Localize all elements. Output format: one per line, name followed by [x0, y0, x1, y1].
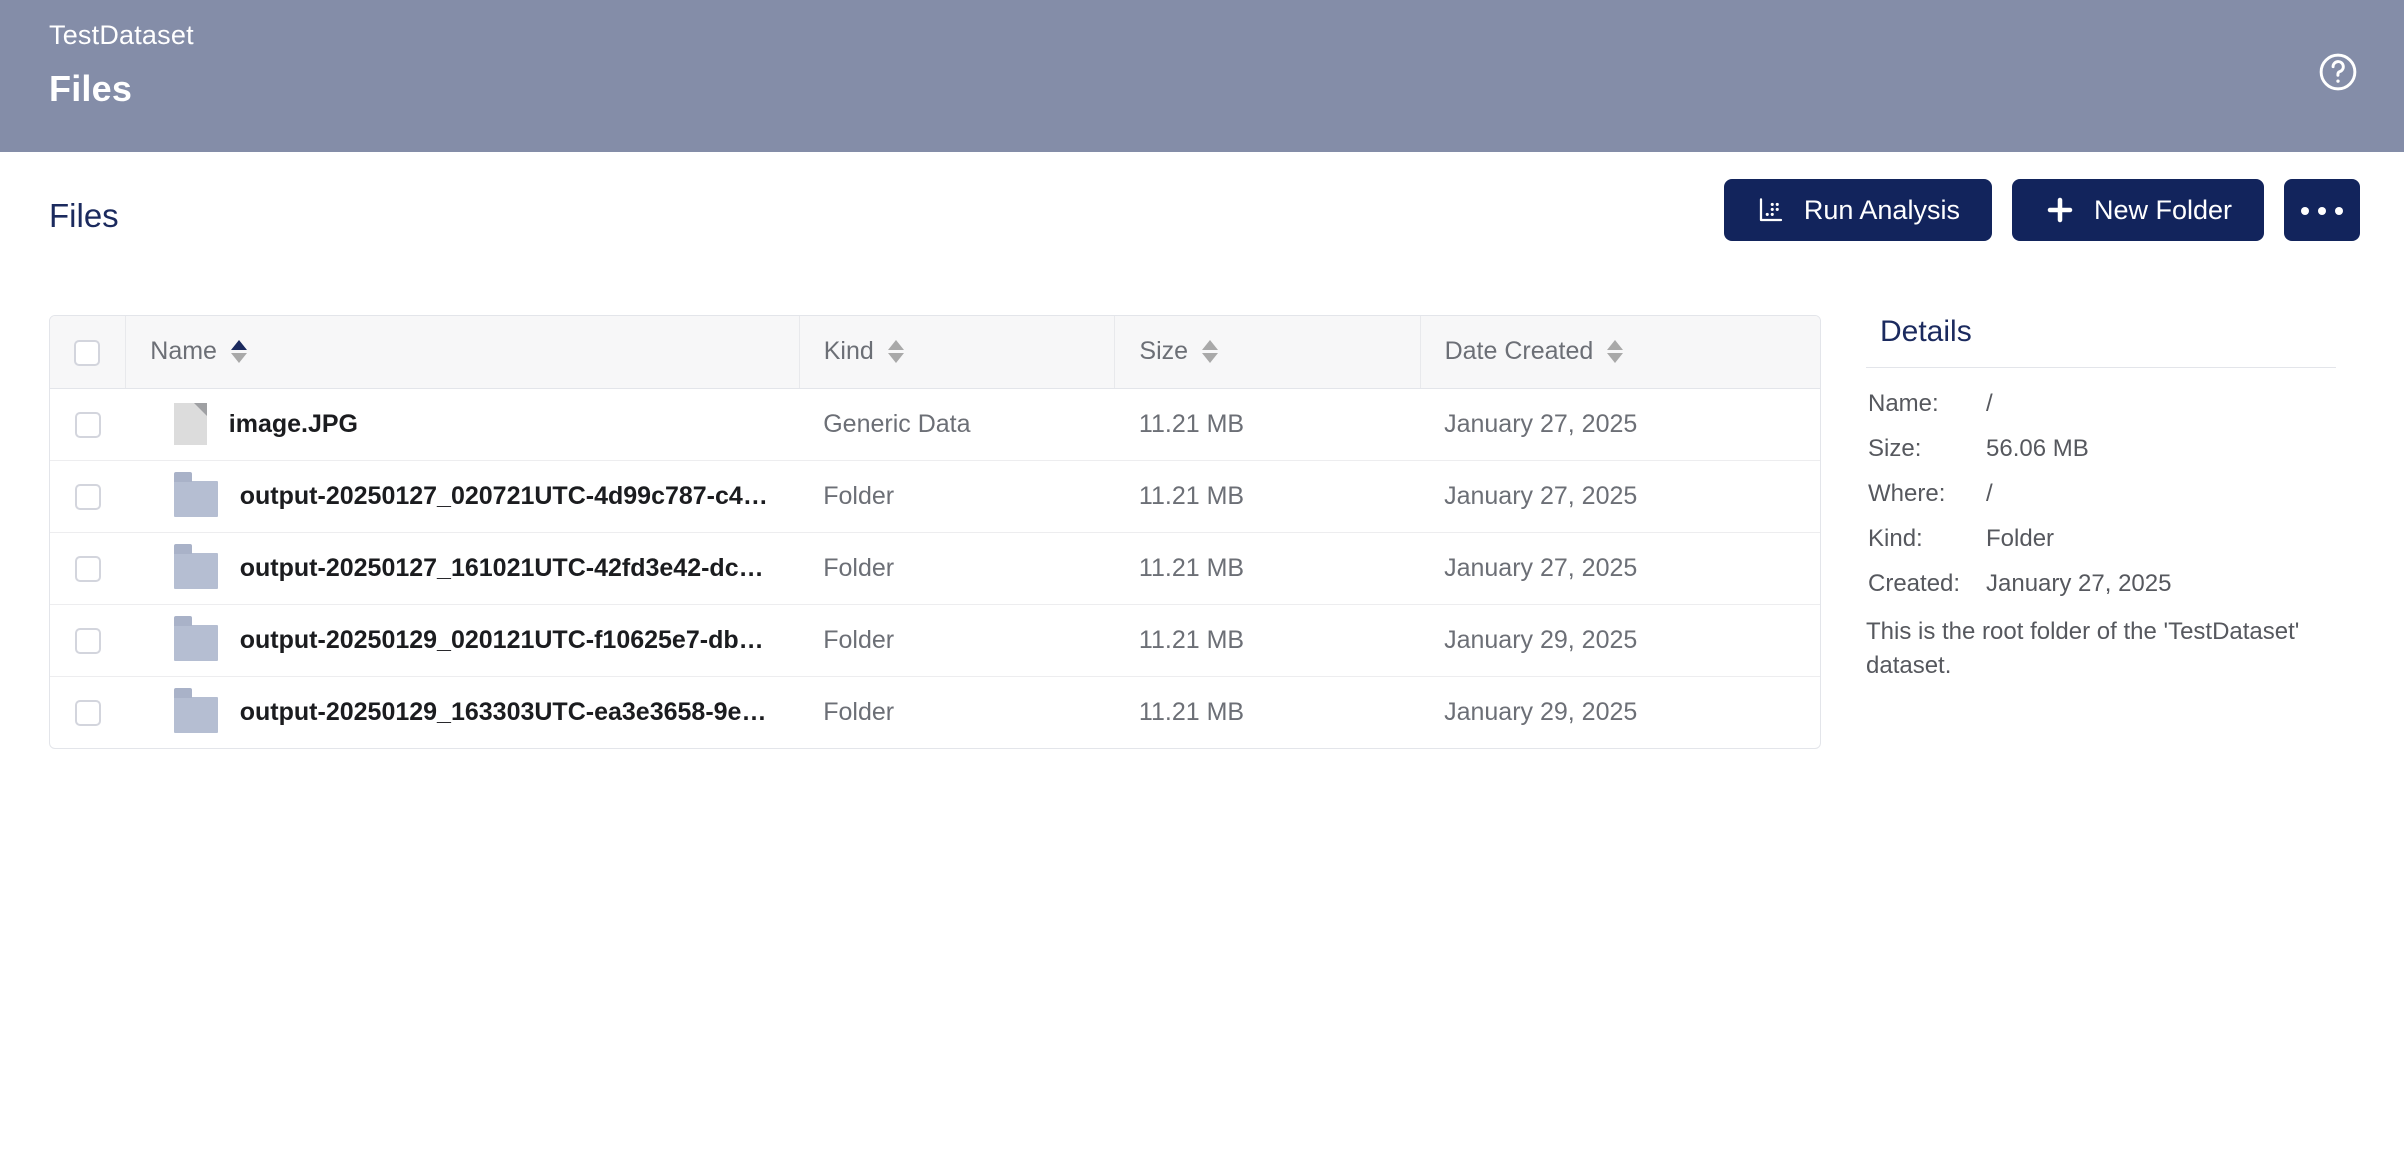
select-all-header: [50, 316, 127, 389]
folder-icon: [173, 472, 218, 517]
details-field-value: January 27, 2025: [1986, 570, 2172, 597]
column-header-name-label: Name: [150, 337, 217, 366]
row-name-cell[interactable]: output-20250127_161021UTC-42fd3e42-dc1…: [125, 532, 800, 605]
row-kind-cell: Folder: [823, 697, 895, 726]
folder-icon: [173, 616, 218, 661]
app-header: TestDataset Files: [0, 0, 2404, 152]
sort-toggle-date-created[interactable]: [1607, 340, 1624, 364]
sort-toggle-kind[interactable]: [887, 340, 904, 364]
column-header-date-created-label: Date Created: [1444, 337, 1594, 366]
section-title: Files: [49, 197, 119, 234]
details-field: Size: 56.06 MB: [1868, 435, 2336, 463]
details-panel: Details Name: / Size: 56.06 MB Where: / Kind: F…: [1866, 315, 2336, 683]
new-folder-label: New Folder: [2093, 194, 2232, 225]
row-size-cell: 11.21 MB: [1138, 697, 1245, 726]
details-field: Kind: Folder: [1868, 525, 2336, 553]
details-field: Created: January 27, 2025: [1868, 570, 2336, 598]
row-size-cell: 11.21 MB: [1114, 604, 1421, 677]
toolbar: Files Run Analysis New Folder: [0, 152, 2404, 288]
column-header-name[interactable]: Name: [125, 316, 800, 389]
details-field-label: Created:: [1868, 570, 1961, 597]
new-folder-button[interactable]: New Folder: [2011, 179, 2264, 241]
details-field-value: /: [1986, 390, 1993, 417]
details-field-value: 56.06 MB: [1986, 435, 2089, 462]
row-kind-cell: Folder: [799, 460, 1115, 533]
row-date-cell: January 27, 2025: [1420, 532, 1820, 605]
breadcrumb[interactable]: TestDataset: [49, 20, 194, 51]
column-header-kind-label: Kind: [823, 337, 874, 366]
row-select-cell: [50, 604, 126, 677]
run-analysis-button[interactable]: Run Analysis: [1723, 179, 1992, 241]
table-row[interactable]: output-20250129_020121UTC-f10625e7-db1… F…: [50, 604, 1820, 677]
row-select-cell: [50, 532, 126, 605]
row-checkbox[interactable]: [74, 555, 101, 582]
row-name-label: output-20250129_020121UTC-f10625e7-db1…: [239, 625, 776, 654]
plus-icon: [2044, 194, 2076, 226]
details-field-label: Kind:: [1868, 525, 1923, 552]
row-select-cell: [50, 676, 126, 748]
details-field-list: Name: / Size: 56.06 MB Where: / Kind: Folder Cre…: [1866, 368, 2336, 598]
row-date-cell: January 27, 2025: [1420, 388, 1820, 461]
row-name-cell[interactable]: output-20250127_020721UTC-4d99c787-c4…: [125, 460, 800, 533]
files-table: Name Kind Size Date Created image.JPG Ge…: [50, 316, 1820, 748]
row-size-cell: 11.21 MB: [1114, 532, 1421, 605]
table-header-row: Name Kind Size Date Created: [50, 316, 1820, 389]
row-checkbox[interactable]: [74, 483, 101, 510]
details-field: Where: /: [1868, 480, 2336, 508]
files-table-body: image.JPG Generic Data 11.21 MB January 27,…: [50, 388, 1820, 748]
files-table-card: Name Kind Size Date Created image.JPG Ge…: [49, 315, 1821, 749]
table-row[interactable]: output-20250127_020721UTC-4d99c787-c4… Fo…: [50, 460, 1820, 533]
folder-icon: [173, 688, 218, 734]
column-header-kind[interactable]: Kind: [799, 316, 1116, 389]
details-description: This is the root folder of the 'TestData…: [1866, 618, 2300, 680]
more-options-button[interactable]: [2284, 179, 2360, 241]
row-name-cell[interactable]: output-20250129_163303UTC-ea3e3658-9e…: [126, 676, 799, 748]
column-header-size-label: Size: [1139, 337, 1189, 366]
details-field: Name: /: [1868, 390, 2336, 418]
page-title: Files: [49, 68, 133, 109]
table-row[interactable]: output-20250127_161021UTC-42fd3e42-dc1… F…: [50, 532, 1820, 605]
row-date-cell: January 29, 2025: [1444, 697, 1638, 726]
details-field-label: Where:: [1868, 480, 1946, 507]
row-select-cell: [50, 460, 126, 533]
row-select-cell: [50, 388, 126, 461]
row-size-cell: 11.21 MB: [1114, 388, 1421, 461]
row-name-cell[interactable]: output-20250129_020121UTC-f10625e7-db1…: [125, 604, 800, 677]
run-analysis-label: Run Analysis: [1803, 194, 1960, 225]
row-kind-cell: Folder: [799, 604, 1115, 677]
scatter-chart-icon: [1756, 195, 1786, 225]
row-checkbox[interactable]: [74, 700, 101, 727]
row-date-cell: January 27, 2025: [1420, 460, 1820, 533]
row-size-cell: 11.21 MB: [1114, 460, 1421, 533]
sort-toggle-size[interactable]: [1202, 340, 1219, 364]
table-row[interactable]: image.JPG Generic Data 11.21 MB January 27,…: [50, 388, 1820, 461]
row-name-label: output-20250127_161021UTC-42fd3e42-dc1…: [239, 553, 776, 582]
row-checkbox[interactable]: [74, 411, 101, 438]
column-header-size[interactable]: Size: [1114, 316, 1421, 389]
details-field-label: Name:: [1868, 390, 1939, 417]
details-field-value: /: [1986, 480, 1993, 507]
files-table-header: Name Kind Size Date Created: [50, 316, 1820, 389]
sort-toggle-name[interactable]: [230, 340, 247, 364]
row-name-label: output-20250127_020721UTC-4d99c787-c4…: [239, 481, 768, 510]
row-kind-cell: Folder: [799, 532, 1115, 605]
row-checkbox[interactable]: [74, 627, 101, 654]
toolbar-button-group: Run Analysis New Folder: [1723, 179, 2360, 241]
folder-icon: [173, 544, 218, 589]
table-row[interactable]: output-20250129_163303UTC-ea3e3658-9e… Fo…: [50, 676, 1820, 748]
details-title: Details: [1880, 315, 1972, 348]
row-name-label: output-20250129_163303UTC-ea3e3658-9e…: [239, 697, 767, 726]
details-field-value: Folder: [1986, 525, 2055, 552]
row-date-cell: January 29, 2025: [1420, 604, 1820, 677]
row-name-label: image.JPG: [228, 409, 358, 438]
select-all-checkbox[interactable]: [74, 339, 100, 366]
file-icon: [173, 403, 207, 445]
ellipsis-icon: [2301, 207, 2343, 219]
row-kind-cell: Generic Data: [799, 388, 1115, 461]
help-circle-icon[interactable]: [2316, 50, 2360, 94]
row-name-cell[interactable]: image.JPG: [125, 388, 800, 461]
column-header-date-created[interactable]: Date Created: [1420, 316, 1820, 389]
details-field-label: Size:: [1868, 435, 1922, 462]
